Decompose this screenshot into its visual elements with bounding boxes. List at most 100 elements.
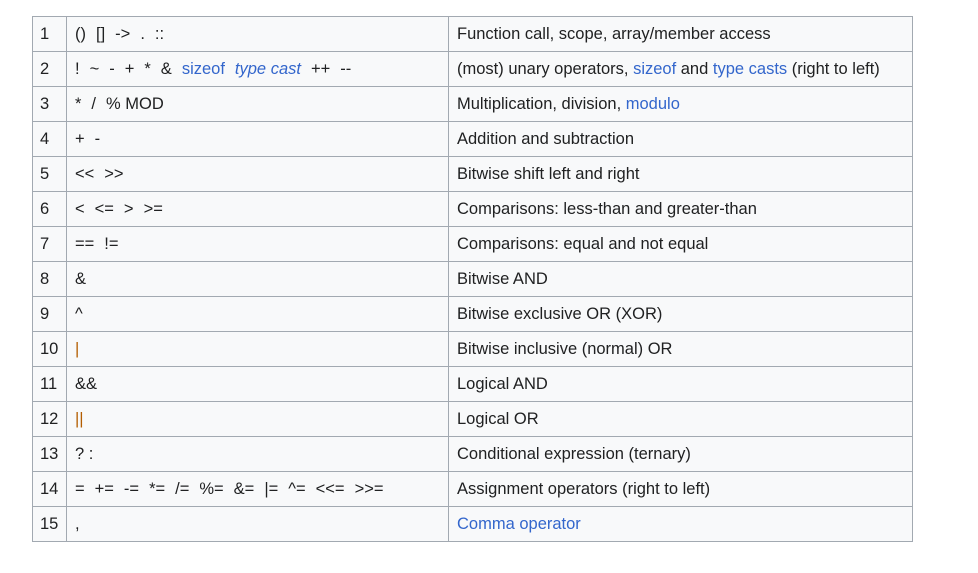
text-span: >=	[143, 199, 163, 218]
precedence-number: 11	[32, 366, 67, 402]
description-cell: (most) unary operators, sizeof and type …	[448, 51, 913, 87]
wiki-link[interactable]: type cast	[235, 60, 301, 78]
table-row: 14 = += -= *= /= %= &= |= ^= <<= >>= Assignment oper…	[32, 471, 913, 507]
text-span: +	[75, 129, 85, 148]
description-cell: Comma operator	[448, 506, 913, 542]
description-cell: Addition and subtraction	[448, 121, 913, 157]
table-row: 4 + - Addition and subtraction	[32, 121, 913, 157]
text-span: ++	[310, 59, 331, 78]
text-span: Comparisons: equal and not equal	[457, 234, 709, 253]
text-span: % MOD	[106, 94, 164, 113]
text-span: Addition and subtraction	[457, 129, 635, 148]
text-span: =	[75, 479, 85, 498]
text-span: &=	[233, 479, 255, 498]
text-span: -=	[123, 479, 140, 498]
text-span: !=	[104, 234, 119, 253]
table-row: 9 ^ Bitwise exclusive OR (XOR)	[32, 296, 913, 332]
description-cell: Bitwise inclusive (normal) OR	[448, 331, 913, 367]
text-span: !	[75, 59, 80, 78]
text-span: and	[676, 59, 713, 78]
operators-cell: |	[66, 331, 449, 367]
precedence-number: 5	[32, 156, 67, 192]
text-span: %=	[199, 479, 224, 498]
operators-cell: ||	[66, 401, 449, 437]
text-span: .	[140, 24, 145, 43]
wiki-link[interactable]: modulo	[626, 95, 680, 113]
text-span: ? :	[75, 444, 94, 463]
text-span: ||	[75, 409, 84, 428]
operators-cell: == !=	[66, 226, 449, 262]
text-span: +=	[94, 479, 114, 498]
operators-cell: < <= > >=	[66, 191, 449, 227]
table-row: 5 << >> Bitwise shift left and right	[32, 156, 913, 192]
text-span: /=	[175, 479, 190, 498]
operators-cell: ,	[66, 506, 449, 542]
text-span: ^=	[288, 479, 306, 498]
text-span: +	[124, 59, 135, 78]
text-span: <	[75, 199, 85, 218]
operators-cell: &	[66, 261, 449, 297]
text-span: *=	[149, 479, 166, 498]
operators-cell: &&	[66, 366, 449, 402]
text-span: (most) unary operators,	[457, 59, 634, 78]
precedence-number: 14	[32, 471, 67, 507]
text-span: Bitwise exclusive OR (XOR)	[457, 304, 663, 323]
description-cell: Multiplication, division, modulo	[448, 86, 913, 122]
text-span: ^	[75, 304, 83, 323]
text-span: Comparisons: less-than and greater-than	[457, 199, 757, 218]
text-span: Conditional expression (ternary)	[457, 444, 691, 463]
description-cell: Function call, scope, array/member acces…	[448, 16, 913, 52]
description-cell: Bitwise shift left and right	[448, 156, 913, 192]
text-span: &	[160, 59, 172, 78]
description-cell: Bitwise exclusive OR (XOR)	[448, 296, 913, 332]
table-row: 12 || Logical OR	[32, 401, 913, 437]
table-row: 2! ~ - + * & sizeof type cast ++ -- (most) unary o…	[32, 51, 913, 87]
text-span: *	[75, 94, 82, 113]
precedence-number: 1	[32, 16, 67, 52]
table-row: 3 * / % MOD Multiplication, division, modulo	[32, 86, 913, 122]
operators-cell: () [] ->.::	[66, 16, 449, 52]
text-span: ~	[89, 59, 100, 78]
text-span: Logical OR	[457, 409, 539, 428]
description-cell: Comparisons: less-than and greater-than	[448, 191, 913, 227]
wiki-link[interactable]: Comma operator	[457, 515, 581, 533]
text-span: >>=	[354, 479, 384, 498]
table-row: 15, Comma operator	[32, 506, 913, 542]
text-span: Assignment operators (right to left)	[457, 479, 711, 498]
text-span: <=	[94, 199, 114, 218]
precedence-number: 7	[32, 226, 67, 262]
description-cell: Logical OR	[448, 401, 913, 437]
text-span: ==	[75, 234, 95, 253]
operators-cell: ? :	[66, 436, 449, 472]
operators-cell: * / % MOD	[66, 86, 449, 122]
description-cell: Bitwise AND	[448, 261, 913, 297]
precedence-number: 3	[32, 86, 67, 122]
description-cell: Conditional expression (ternary)	[448, 436, 913, 472]
text-span: <<=	[315, 479, 345, 498]
precedence-number: 10	[32, 331, 67, 367]
text-span: Bitwise AND	[457, 269, 548, 288]
text-span: --	[340, 59, 352, 78]
text-span: Logical AND	[457, 374, 548, 393]
text-span: Bitwise shift left and right	[457, 164, 640, 183]
text-span: Multiplication, division,	[457, 94, 626, 113]
wiki-link[interactable]: sizeof	[182, 60, 225, 78]
operators-cell: << >>	[66, 156, 449, 192]
precedence-number: 12	[32, 401, 67, 437]
precedence-number: 6	[32, 191, 67, 227]
text-span: >	[123, 199, 134, 218]
table-row: 11 && Logical AND	[32, 366, 913, 402]
operators-cell: ^	[66, 296, 449, 332]
table-row: 13 ? : Conditional expression (ternary)	[32, 436, 913, 472]
table-row: 8 & Bitwise AND	[32, 261, 913, 297]
precedence-number: 4	[32, 121, 67, 157]
description-cell: Comparisons: equal and not equal	[448, 226, 913, 262]
text-span: |	[75, 339, 80, 358]
text-span: ->	[115, 24, 131, 43]
text-span: <<	[75, 164, 95, 183]
text-span: ::	[154, 24, 165, 43]
precedence-number: 2	[32, 51, 67, 87]
description-cell: Assignment operators (right to left)	[448, 471, 913, 507]
wiki-link[interactable]: type casts	[713, 60, 787, 78]
wiki-link[interactable]: sizeof	[633, 60, 676, 78]
